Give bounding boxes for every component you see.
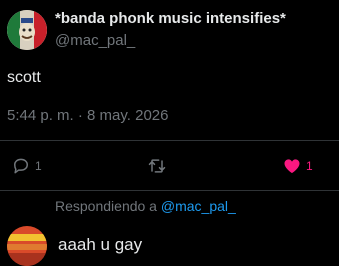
- replying-to-handle[interactable]: @mac_pal_: [161, 198, 236, 214]
- reply-icon: [11, 156, 31, 176]
- like-count: 1: [306, 159, 313, 173]
- divider-top: [0, 140, 339, 141]
- reply-button[interactable]: 1: [11, 155, 42, 177]
- reply-text: aaah u gay: [58, 235, 143, 254]
- tweet-timestamp[interactable]: 5:44 p. m. · 8 may. 2026: [7, 107, 168, 124]
- replying-to-label: Respondiendo a: [55, 198, 157, 214]
- author-name[interactable]: *banda phonk music intensifies*: [55, 10, 286, 27]
- reply-author-avatar[interactable]: [7, 226, 47, 266]
- like-button[interactable]: 1: [282, 155, 313, 177]
- author-avatar[interactable]: [7, 10, 47, 50]
- replying-to: Respondiendo a @mac_pal_: [55, 198, 236, 214]
- reply-count: 1: [35, 159, 42, 173]
- retweet-icon: [147, 156, 167, 176]
- heart-icon: [282, 156, 302, 176]
- retweet-button[interactable]: [147, 155, 167, 177]
- divider-bottom: [0, 190, 339, 191]
- author-handle[interactable]: @mac_pal_: [55, 32, 135, 49]
- tweet-text: scott: [7, 69, 41, 86]
